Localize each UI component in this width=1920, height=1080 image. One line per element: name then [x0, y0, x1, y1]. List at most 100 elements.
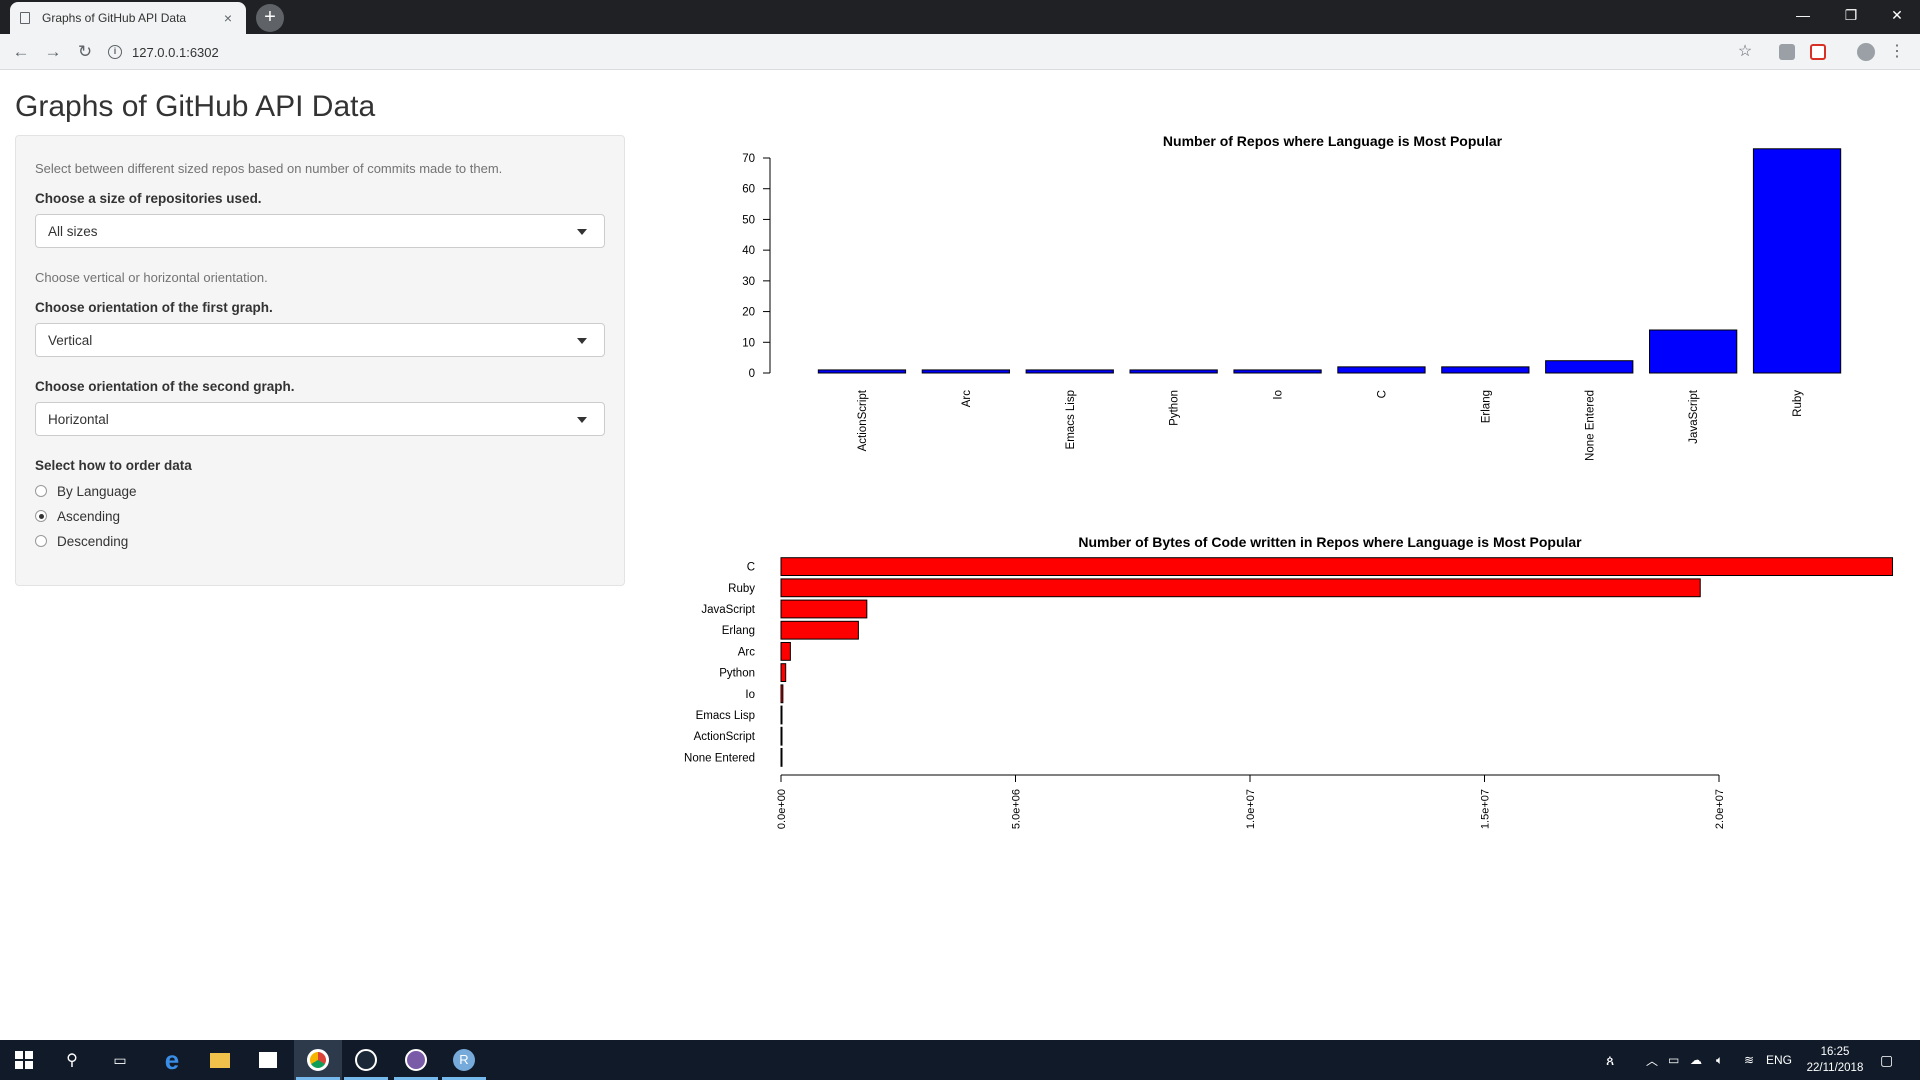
chart1-bar [1337, 366, 1426, 374]
chart1-category-label: C [1376, 390, 1388, 398]
tab-close-icon[interactable]: × [220, 10, 236, 26]
minimize-button[interactable]: — [1780, 0, 1826, 30]
chart2-title: Number of Bytes of Code written in Repos… [1078, 534, 1582, 550]
chart2-bar [780, 620, 859, 640]
chart1-category-label: Erlang [1480, 390, 1492, 423]
people-icon[interactable]: ጰ [1606, 1040, 1614, 1080]
size-label: Choose a size of repositories used. [35, 191, 262, 206]
chart2-bar [780, 726, 783, 746]
chart2-category-label: JavaScript [701, 604, 755, 616]
clock[interactable]: 16:25 22/11/2018 [1800, 1044, 1870, 1076]
wifi-icon[interactable]: ≋ [1744, 1040, 1754, 1080]
size-select[interactable]: All sizes [35, 214, 605, 248]
chart1-category-label: JavaScript [1688, 389, 1700, 443]
radio-button[interactable] [35, 535, 47, 547]
chart1-category-label: Emacs Lisp [1065, 390, 1077, 449]
chart2-bar [780, 663, 787, 683]
language-indicator[interactable]: ENG [1766, 1040, 1792, 1080]
chart1-bar [1649, 329, 1738, 374]
chart2-bar [780, 599, 868, 619]
radio-button[interactable] [35, 485, 47, 497]
orientation1-label: Choose orientation of the first graph. [35, 300, 273, 315]
chart2-category-label: ActionScript [694, 731, 756, 743]
chart1-y-tick-label: 40 [742, 245, 755, 257]
notification-icon[interactable]: ▢ [1880, 1040, 1893, 1080]
chart2-bar [780, 684, 784, 704]
chart1-category-label: Arc [961, 390, 973, 408]
chart1-y-tick-label: 20 [742, 307, 755, 319]
file-explorer-icon[interactable] [196, 1040, 244, 1080]
chart2-bar [780, 641, 791, 661]
chart2-category-label: Arc [738, 646, 756, 658]
radio-label: By Language [57, 483, 137, 499]
orientation1-select[interactable]: Vertical [35, 323, 605, 357]
radio-label: Descending [57, 533, 129, 549]
taskbar: ⚲ ▭ e R ጰ ︿ ▭ ☁ 🔈︎ ≋ ENG 16:25 22/11/201… [0, 1040, 1920, 1080]
bookmark-star-icon[interactable]: ☆ [1734, 41, 1756, 63]
order-label: Select how to order data [35, 458, 192, 473]
radio-descending[interactable]: Descending [35, 532, 128, 550]
tab-strip: Graphs of GitHub API Data × + — ❐ ✕ [0, 0, 1920, 34]
windows-start-icon[interactable] [0, 1040, 48, 1080]
chart1-category-label: None Entered [1584, 390, 1596, 461]
chart2-x-tick-label: 1.5e+07 [1480, 789, 1492, 829]
chart1-category-label: Python [1169, 390, 1181, 426]
chevron-down-icon [577, 417, 587, 423]
extension-icon[interactable] [1779, 44, 1795, 60]
address-bar[interactable]: i 127.0.0.1:6302 [108, 39, 1768, 65]
chart1-bar [1441, 366, 1530, 374]
page-icon [20, 12, 30, 24]
orientation-help-text: Choose vertical or horizontal orientatio… [35, 270, 268, 285]
orientation2-select[interactable]: Horizontal [35, 402, 605, 436]
menu-kebab-icon[interactable]: ⋮ [1886, 41, 1908, 63]
chart1-title: Number of Repos where Language is Most P… [1163, 133, 1503, 149]
task-view-icon[interactable]: ▭ [96, 1040, 144, 1080]
chevron-down-icon [577, 229, 587, 235]
close-window-button[interactable]: ✕ [1874, 0, 1920, 30]
chart2-bar [780, 705, 783, 725]
chart1-category-label: Io [1273, 390, 1285, 400]
orientation2-select-value: Horizontal [48, 412, 109, 427]
onedrive-icon[interactable]: ☁ [1690, 1040, 1702, 1080]
radio-ascending[interactable]: Ascending [35, 507, 120, 525]
rstudio-icon[interactable]: R [440, 1040, 488, 1080]
chart1-y-tick-label: 70 [742, 153, 755, 165]
restore-button[interactable]: ❐ [1828, 0, 1874, 30]
chart1-bar [1233, 369, 1322, 374]
clock-date: 22/11/2018 [1806, 1062, 1864, 1074]
chart1-category-label: ActionScript [857, 389, 869, 451]
chart2-category-label: C [747, 562, 755, 574]
info-icon[interactable]: i [108, 45, 122, 59]
steam-icon[interactable] [342, 1040, 390, 1080]
search-icon[interactable]: ⚲ [48, 1040, 96, 1080]
chart2-category-label: Io [745, 689, 755, 701]
chat-app-icon[interactable] [392, 1040, 440, 1080]
chart2-x-tick-label: 0.0e+00 [776, 789, 788, 829]
page-title: Graphs of GitHub API Data [15, 90, 376, 123]
store-icon[interactable] [244, 1040, 292, 1080]
chart1-bar [817, 369, 907, 374]
radio-button-checked[interactable] [35, 510, 47, 522]
forward-arrow-icon[interactable]: → [42, 41, 64, 63]
edge-icon[interactable]: e [148, 1040, 196, 1080]
chart2-category-label: None Entered [684, 752, 755, 764]
radio-by-language[interactable]: By Language [35, 482, 137, 500]
browser-toolbar: ← → ↻ i 127.0.0.1:6302 ☆ ⋮ [0, 34, 1920, 70]
chrome-icon[interactable] [294, 1040, 342, 1080]
new-tab-button[interactable]: + [256, 4, 284, 32]
back-arrow-icon[interactable]: ← [10, 41, 32, 63]
chart1-category-label: Ruby [1792, 390, 1804, 417]
chart1-y-tick-label: 0 [749, 368, 755, 380]
reload-icon[interactable]: ↻ [74, 41, 96, 63]
pocket-icon[interactable] [1810, 44, 1826, 60]
profile-avatar-icon[interactable] [1857, 43, 1875, 61]
battery-icon[interactable]: ▭ [1668, 1040, 1679, 1080]
chart1-bar [1129, 369, 1218, 374]
orientation2-label: Choose orientation of the second graph. [35, 379, 295, 394]
chart1-bar [1545, 360, 1634, 374]
chevron-down-icon [577, 338, 587, 344]
chart2-bar [780, 578, 1701, 598]
tab-graphs[interactable]: Graphs of GitHub API Data × [10, 2, 246, 34]
chevron-up-icon[interactable]: ︿ [1646, 1040, 1658, 1080]
volume-icon[interactable]: 🔈︎ [1716, 1040, 1723, 1080]
